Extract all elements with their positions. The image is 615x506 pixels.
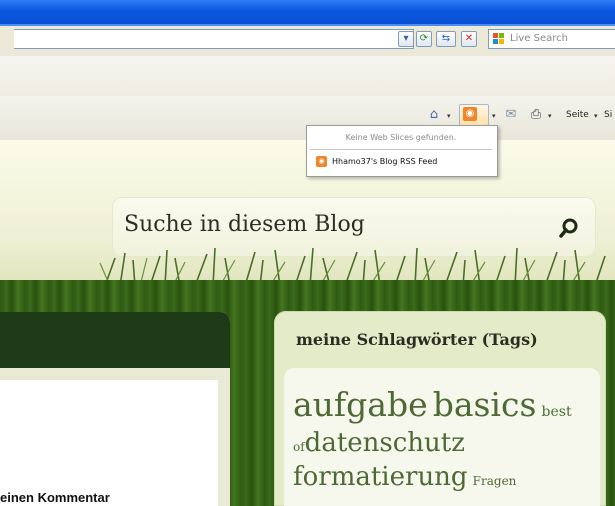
tag-cloud: aufgabe basics best ofdatenschutz format… — [293, 384, 598, 494]
back-forward-button[interactable]: ⇆ — [436, 31, 456, 47]
chevron-down-icon: ▾ — [403, 33, 409, 44]
comment-link[interactable]: einen Kommentar — [0, 490, 110, 505]
home-dropdown-icon[interactable]: ▾ — [447, 112, 451, 120]
post-content — [0, 380, 218, 506]
tag-link[interactable]: of — [293, 440, 305, 454]
refresh-button[interactable]: ⟳ — [416, 31, 432, 47]
stop-button[interactable]: ✕ — [461, 31, 477, 47]
tag-link[interactable]: Fragen — [473, 474, 517, 488]
blog-search-label: Suche in diesem Blog — [124, 212, 365, 237]
tags-widget-title: meine Schlagwörter (Tags) — [296, 330, 538, 349]
back-forward-icon: ⇆ — [441, 33, 451, 44]
rss-feed-icon: ◉ — [316, 156, 327, 167]
home-icon[interactable]: ⌂ — [426, 107, 442, 123]
tag-link[interactable]: datenschutz — [305, 428, 465, 458]
feed-menu-item-label[interactable]: Hhamo37's Blog RSS Feed — [332, 156, 437, 167]
refresh-icon: ⟳ — [419, 33, 429, 44]
safety-menu-button[interactable]: Si — [604, 110, 612, 120]
feed-glyph: ◉ — [318, 157, 325, 165]
stop-icon: ✕ — [464, 33, 474, 44]
tag-link[interactable]: aufgabe — [293, 385, 428, 424]
page-dropdown-icon[interactable]: ▾ — [594, 112, 598, 120]
mail-icon[interactable]: ✉ — [503, 107, 519, 123]
print-dropdown-icon[interactable]: ▾ — [548, 112, 552, 120]
tag-link[interactable]: basics — [433, 385, 537, 424]
address-dropdown-button[interactable]: ▾ — [398, 31, 414, 47]
rss-feed-icon: ◉ — [463, 107, 477, 121]
tag-link[interactable]: formatierung — [293, 462, 468, 492]
feeds-dropdown-icon[interactable]: ▾ — [492, 112, 496, 120]
no-web-slices-text: Keine Web Slices gefunden. — [345, 133, 457, 142]
window-titlebar — [0, 0, 615, 24]
post-card-header — [0, 312, 230, 368]
live-search-logo-icon — [492, 32, 506, 46]
page-menu-button[interactable]: Seite — [566, 110, 589, 120]
grass-decoration — [99, 247, 606, 286]
links-bar — [0, 56, 615, 97]
tag-link[interactable]: best — [542, 404, 572, 420]
print-icon[interactable]: ⎙ — [528, 107, 544, 123]
menu-separator — [310, 149, 492, 150]
address-field[interactable] — [14, 29, 414, 49]
live-search-placeholder: Live Search — [510, 33, 568, 44]
feed-glyph: ◉ — [465, 108, 475, 119]
